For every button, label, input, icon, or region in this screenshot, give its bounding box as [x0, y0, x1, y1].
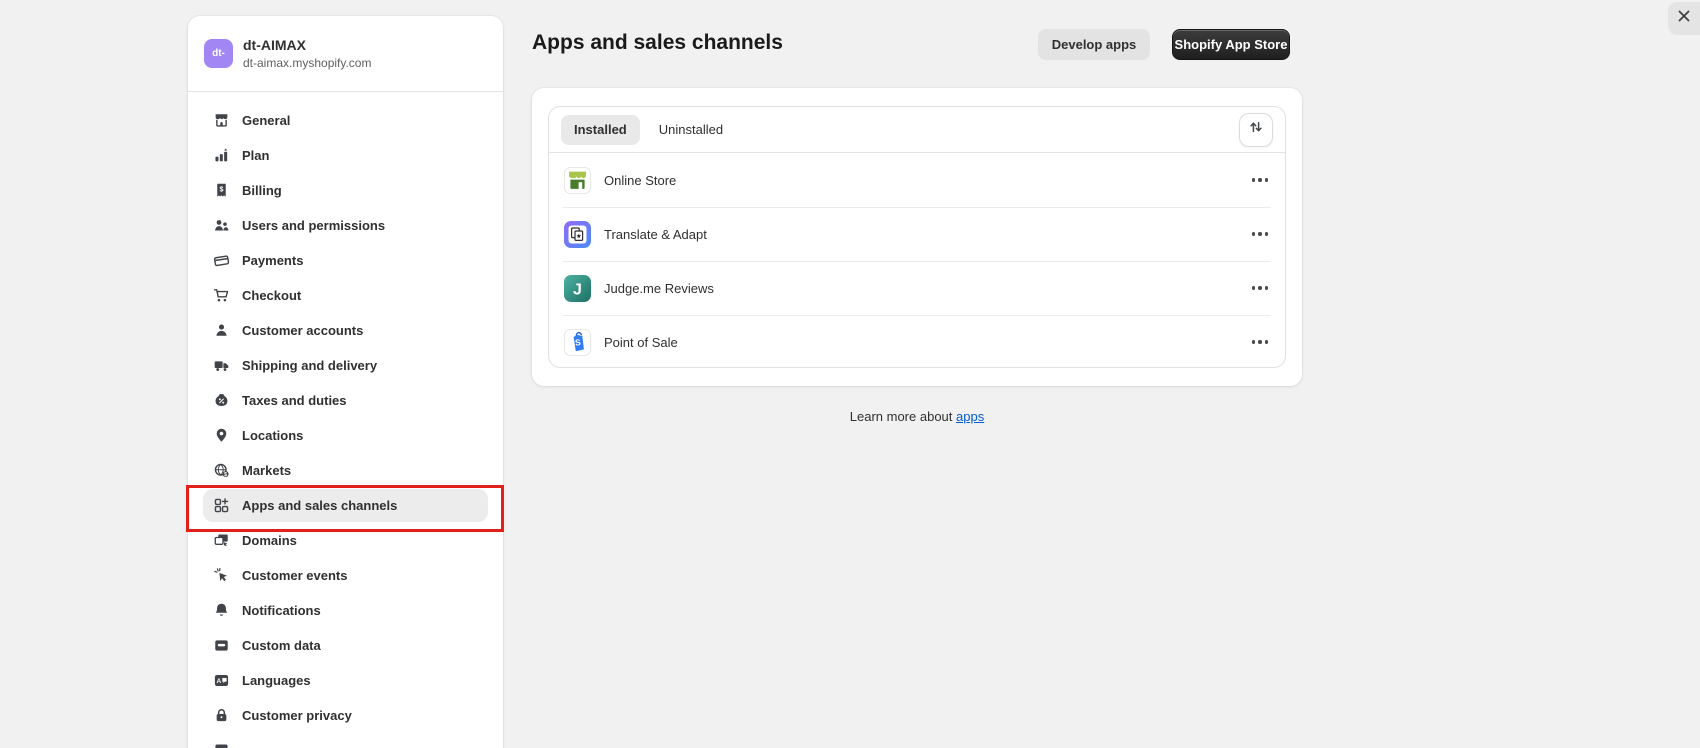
kebab-menu-icon[interactable] [1250, 226, 1270, 241]
customer-events-cursor-icon [213, 567, 230, 584]
settings-sidebar: dt- dt-AIMAX dt-aimax.myshopify.com Gene… [188, 16, 503, 748]
sidebar-item-apps-and-sales-channels[interactable]: Apps and sales channels [203, 489, 488, 522]
sidebar-item-label: Payments [242, 253, 303, 268]
develop-apps-button[interactable]: Develop apps [1038, 29, 1150, 60]
tab-installed[interactable]: Installed [561, 115, 640, 145]
notifications-bell-icon [213, 602, 230, 619]
sidebar-item-label: Checkout [242, 288, 301, 303]
store-domain: dt-aimax.myshopify.com [243, 55, 371, 71]
sidebar-item-partial[interactable] [203, 734, 488, 748]
sidebar-item-checkout[interactable]: Checkout [203, 279, 488, 312]
sidebar-item-general[interactable]: General [203, 104, 488, 137]
sidebar-item-customer-accounts[interactable]: Customer accounts [203, 314, 488, 347]
sidebar-item-label: Notifications [242, 603, 321, 618]
sidebar-item-customer-events[interactable]: Customer events [203, 559, 488, 592]
online-store-app-icon [564, 167, 591, 194]
markets-globe-icon: $ [213, 462, 230, 479]
app-name: Online Store [604, 173, 676, 188]
storefront-icon [213, 112, 230, 129]
sidebar-item-label: Shipping and delivery [242, 358, 377, 373]
close-button[interactable] [1668, 2, 1700, 35]
kebab-menu-icon[interactable] [1250, 280, 1270, 295]
sidebar-item-label: Markets [242, 463, 291, 478]
sidebar-item-domains[interactable]: Domains [203, 524, 488, 557]
sidebar-item-taxes-and-duties[interactable]: Taxes and duties [203, 384, 488, 417]
sidebar-item-label: Customer events [242, 568, 347, 583]
sidebar-item-label: Domains [242, 533, 297, 548]
close-icon [1677, 9, 1691, 28]
billing-receipt-icon: $ [213, 182, 230, 199]
apps-tabbar: Installed Uninstalled [549, 107, 1285, 153]
shopify-settings-screen: dt- dt-AIMAX dt-aimax.myshopify.com Gene… [0, 0, 1700, 748]
store-name: dt-AIMAX [243, 36, 371, 55]
sidebar-item-label: Customer privacy [242, 708, 352, 723]
languages-icon: A [213, 672, 230, 689]
translate-adapt-app-icon [564, 221, 591, 248]
sidebar-item-label: Taxes and duties [242, 393, 347, 408]
apps-grid-icon [213, 497, 230, 514]
customer-account-icon [213, 322, 230, 339]
custom-data-icon [213, 637, 230, 654]
sidebar-item-notifications[interactable]: Notifications [203, 594, 488, 627]
app-row-judgeme-reviews[interactable]: J Judge.me Reviews [549, 261, 1285, 315]
taxes-bag-icon [213, 392, 230, 409]
sort-arrows-icon [1248, 119, 1264, 140]
settings-nav: General Plan $ Billing Users and permiss… [188, 92, 503, 748]
apps-list-panel: Installed Uninstalled Online Store [548, 106, 1286, 368]
privacy-lock-icon [213, 707, 230, 724]
shopify-app-store-button[interactable]: Shopify App Store [1172, 29, 1290, 60]
sidebar-item-billing[interactable]: $ Billing [203, 174, 488, 207]
users-icon [213, 217, 230, 234]
sidebar-item-payments[interactable]: Payments [203, 244, 488, 277]
app-row-online-store[interactable]: Online Store [549, 153, 1285, 207]
page-title: Apps and sales channels [532, 31, 783, 55]
sidebar-item-plan[interactable]: Plan [203, 139, 488, 172]
svg-text:$: $ [224, 472, 227, 478]
checkout-cart-icon [213, 287, 230, 304]
plan-chart-icon [213, 147, 230, 164]
sidebar-item-customer-privacy[interactable]: Customer privacy [203, 699, 488, 732]
svg-text:$: $ [220, 186, 224, 194]
sidebar-item-label: Billing [242, 183, 282, 198]
learn-more-text: Learn more about apps [532, 409, 1302, 424]
sidebar-item-label: Locations [242, 428, 303, 443]
store-identity: dt-AIMAX dt-aimax.myshopify.com [243, 36, 371, 71]
app-name: Translate & Adapt [604, 227, 707, 242]
partial-item-icon [213, 742, 230, 748]
sort-button[interactable] [1239, 113, 1273, 147]
app-row-translate-adapt[interactable]: Translate & Adapt [549, 207, 1285, 261]
sidebar-item-label: General [242, 113, 290, 128]
sidebar-item-label: Custom data [242, 638, 321, 653]
app-name: Judge.me Reviews [604, 281, 714, 296]
apps-card: Installed Uninstalled Online Store [532, 88, 1302, 386]
svg-text:J: J [573, 281, 582, 298]
learn-more-prefix: Learn more about [850, 409, 953, 424]
location-pin-icon [213, 427, 230, 444]
app-name: Point of Sale [604, 335, 678, 350]
sidebar-item-label: Users and permissions [242, 218, 385, 233]
sidebar-item-markets[interactable]: $ Markets [203, 454, 488, 487]
shipping-truck-icon [213, 357, 230, 374]
sidebar-item-label: Plan [242, 148, 269, 163]
kebab-menu-icon[interactable] [1250, 334, 1270, 349]
sidebar-item-users-and-permissions[interactable]: Users and permissions [203, 209, 488, 242]
store-header: dt- dt-AIMAX dt-aimax.myshopify.com [188, 16, 503, 92]
app-row-point-of-sale[interactable]: S Point of Sale [549, 315, 1285, 368]
sidebar-item-shipping-and-delivery[interactable]: Shipping and delivery [203, 349, 488, 382]
apps-link[interactable]: apps [956, 409, 984, 424]
point-of-sale-app-icon: S [564, 329, 591, 356]
kebab-menu-icon[interactable] [1250, 172, 1270, 187]
domains-icon [213, 532, 230, 549]
sidebar-item-label: Customer accounts [242, 323, 363, 338]
sidebar-item-custom-data[interactable]: Custom data [203, 629, 488, 662]
payments-card-icon [213, 252, 230, 269]
judgeme-app-icon: J [564, 275, 591, 302]
svg-text:A: A [217, 678, 222, 685]
sidebar-item-languages[interactable]: A Languages [203, 664, 488, 697]
sidebar-item-locations[interactable]: Locations [203, 419, 488, 452]
tab-uninstalled[interactable]: Uninstalled [646, 115, 736, 145]
store-avatar: dt- [204, 39, 233, 68]
sidebar-item-label: Languages [242, 673, 311, 688]
sidebar-item-label: Apps and sales channels [242, 498, 397, 513]
